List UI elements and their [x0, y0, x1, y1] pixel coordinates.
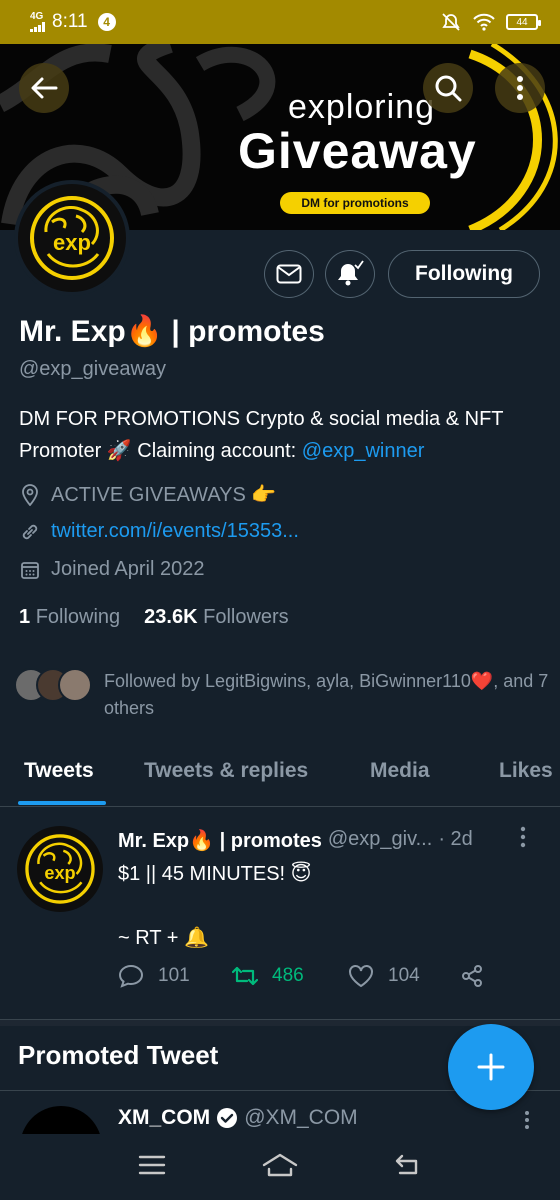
- message-button[interactable]: [264, 250, 314, 298]
- back-icon: [396, 1154, 418, 1174]
- website-link[interactable]: twitter.com/i/events/15353...: [51, 520, 299, 543]
- back-arrow-icon: [31, 77, 58, 99]
- profile-name: Mr. Exp🔥 | promotes: [19, 315, 325, 348]
- compose-plus-icon: [477, 1053, 505, 1081]
- section-divider: [0, 1020, 560, 1026]
- battery-level: 44: [516, 16, 528, 28]
- like-count: 104: [388, 965, 420, 986]
- followed-by-text: Followed by LegitBigwins, ayla, BiGwinne…: [104, 671, 549, 718]
- svg-text:exp: exp: [53, 230, 91, 255]
- followers-label: Followers: [203, 606, 289, 628]
- network-type: 4G: [30, 11, 44, 22]
- reply-button[interactable]: 101: [118, 964, 232, 988]
- promoted-more-button[interactable]: [524, 1110, 530, 1135]
- tweet-header: Mr. Exp🔥 | promotes @exp_giv... · 2d: [118, 828, 473, 853]
- banner-tag: DM for promotions: [280, 192, 430, 214]
- followed-by[interactable]: Followed by LegitBigwins, ayla, BiGwinne…: [14, 668, 554, 722]
- follower-avatar: [58, 668, 92, 702]
- share-button[interactable]: [460, 964, 484, 988]
- tweet-actions: 101 486 104: [118, 964, 488, 988]
- profile-avatar[interactable]: exp: [14, 180, 130, 296]
- svg-text:exp: exp: [44, 863, 75, 883]
- promoted-section-title: Promoted Tweet: [18, 1040, 219, 1070]
- website-row: twitter.com/i/events/15353...: [19, 520, 299, 543]
- following-label: Following: [35, 606, 121, 628]
- exp-logo: exp: [30, 196, 114, 280]
- tab-tweets[interactable]: Tweets: [24, 759, 94, 783]
- tweet[interactable]: exp Mr. Exp🔥 | promotes @exp_giv... · 2d…: [0, 808, 560, 1020]
- more-vertical-icon: [520, 826, 526, 848]
- notifications-button[interactable]: [325, 250, 375, 298]
- profile-handle: @exp_giveaway: [19, 358, 167, 380]
- profile-bio: DM FOR PROMOTIONS Crypto & social media …: [19, 403, 544, 467]
- followers-count-link[interactable]: 23.6K Followers: [144, 606, 289, 629]
- following-count: 1: [19, 606, 31, 628]
- tweet-text: $1 || 45 MINUTES! 😇 ~ RT + 🔔: [118, 863, 312, 949]
- followers-count: 23.6K: [144, 606, 198, 628]
- tweet-author-name: Mr. Exp🔥 | promotes: [118, 830, 322, 852]
- calendar-icon: [21, 561, 39, 579]
- following-button[interactable]: Following: [388, 250, 540, 298]
- search-icon: [435, 75, 462, 102]
- mail-icon: [276, 264, 302, 284]
- location-icon: [22, 483, 38, 506]
- clock: 8:11: [52, 11, 88, 32]
- reply-icon: [118, 964, 144, 988]
- home-icon: [262, 1153, 298, 1176]
- location-text: ACTIVE GIVEAWAYS 👉: [51, 484, 277, 506]
- tweet-time: · 2d: [438, 828, 473, 850]
- reply-count: 101: [158, 965, 190, 986]
- like-button[interactable]: 104: [348, 964, 460, 988]
- tweet-avatar[interactable]: exp: [17, 826, 103, 912]
- joined-text: Joined April 2022: [51, 558, 205, 580]
- wifi-icon: [473, 13, 495, 31]
- like-icon: [349, 965, 373, 988]
- promoted-tweet-header: XM_COM @XM_COM: [118, 1106, 358, 1130]
- recent-apps-button[interactable]: [138, 1154, 166, 1181]
- menu-icon: [138, 1155, 165, 1174]
- tab-media[interactable]: Media: [370, 759, 430, 783]
- joined-row: Joined April 2022: [19, 558, 204, 581]
- follow-counts: 1 Following 23.6K Followers: [19, 606, 289, 629]
- tab-tweets-replies[interactable]: Tweets & replies: [144, 759, 308, 783]
- bell-icon: [338, 260, 364, 286]
- more-vertical-icon: [525, 1111, 529, 1129]
- promoted-author-name: XM_COM: [118, 1106, 211, 1129]
- more-vertical-icon: [517, 76, 523, 100]
- mute-icon: [442, 13, 460, 31]
- verified-icon: [217, 1108, 238, 1128]
- battery-icon: 44: [506, 14, 541, 30]
- tweet-author-handle: @exp_giv...: [327, 828, 433, 850]
- share-icon: [462, 965, 482, 987]
- signal-icon: [30, 22, 45, 32]
- back-button[interactable]: [19, 63, 69, 113]
- search-button[interactable]: [423, 63, 473, 113]
- bio-mention-link[interactable]: @exp_winner: [302, 440, 425, 462]
- network-indicator: 4G: [30, 12, 46, 32]
- home-button[interactable]: [261, 1152, 299, 1183]
- location-row: ACTIVE GIVEAWAYS 👉: [19, 482, 276, 507]
- bio-text: DM FOR PROMOTIONS Crypto & social media …: [19, 408, 504, 462]
- compose-tweet-button[interactable]: [448, 1024, 534, 1110]
- back-button-system[interactable]: [394, 1153, 422, 1182]
- profile-tabs: Tweets Tweets & replies Media Likes: [0, 745, 560, 807]
- promoted-author-handle: @XM_COM: [244, 1106, 358, 1129]
- status-bar: 4G 8:11 4 44: [0, 0, 560, 44]
- notification-badge: 4: [97, 13, 116, 31]
- following-count-link[interactable]: 1 Following: [19, 606, 120, 629]
- tab-likes[interactable]: Likes: [499, 759, 553, 783]
- retweet-count: 486: [272, 965, 304, 986]
- active-tab-indicator: [18, 801, 106, 805]
- tweet-more-button[interactable]: [520, 826, 526, 853]
- retweet-button[interactable]: 486: [232, 965, 348, 987]
- system-nav-bar: [0, 1134, 560, 1200]
- more-button[interactable]: [495, 63, 545, 113]
- banner-line-2: Giveaway: [238, 123, 477, 179]
- retweet-icon: [232, 966, 258, 986]
- exp-logo: exp: [25, 834, 95, 904]
- link-icon: [22, 524, 38, 539]
